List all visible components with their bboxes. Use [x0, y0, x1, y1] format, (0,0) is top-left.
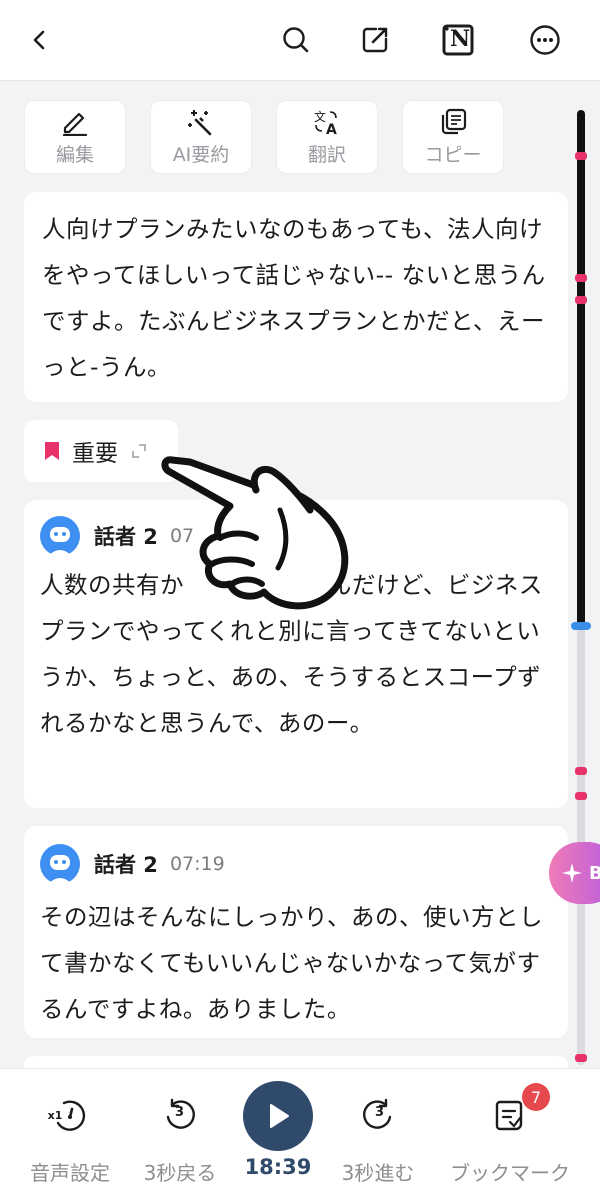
bookmark-marker[interactable] — [575, 274, 587, 282]
forward-label: 3秒進む — [341, 1161, 415, 1185]
transcript-segment[interactable]: 人向けプランみたいなのもあっても、法人向けをやってほしいって話じゃない-- ない… — [24, 192, 568, 402]
timestamp[interactable]: 07:19 — [170, 853, 225, 875]
edit-share-icon[interactable] — [355, 20, 395, 60]
ai-summary-button[interactable]: AI要約 — [150, 100, 252, 174]
bookmark-label: ブックマーク — [450, 1161, 570, 1185]
search-icon[interactable] — [276, 20, 316, 60]
segment-text: 人向けプランみたいなのもあっても、法人向けをやってほしいって話じゃない-- ない… — [42, 215, 546, 381]
bookmark-flag-icon — [45, 442, 59, 460]
speed-badge: x1 — [47, 1108, 63, 1122]
pointing-hand-icon — [161, 456, 349, 610]
translate-label: 翻訳 — [307, 143, 346, 166]
forward-icon: 3 — [360, 1095, 396, 1135]
tool-row: 編集 AI要約 文A 翻訳 コピー — [24, 100, 544, 176]
notion-letter: N — [450, 26, 471, 52]
back-arrow-icon[interactable] — [20, 20, 60, 60]
magic-wand-icon — [188, 109, 212, 135]
bookmark-button[interactable]: 7 ブックマーク — [440, 1069, 580, 1201]
translate-button[interactable]: 文A 翻訳 — [276, 100, 378, 174]
avatar — [40, 516, 80, 556]
rewind-3s-button[interactable]: 3 3秒戻る — [130, 1069, 230, 1201]
rewind-icon: 3 — [162, 1095, 198, 1135]
scroll-progress — [577, 110, 585, 626]
rewind-label: 3秒戻る — [143, 1161, 217, 1185]
edit-label: 編集 — [55, 143, 94, 166]
player-bar: x1 音声設定 3 3秒戻る 18:39 3 3秒進む 7 ブックマーク — [0, 1068, 600, 1201]
speaker-name: 話者 2 — [94, 525, 158, 549]
speaker-row: 話者 2 07:19 — [40, 842, 550, 886]
edit-button[interactable]: 編集 — [24, 100, 126, 174]
copy-button[interactable]: コピー — [402, 100, 504, 174]
forward-seconds: 3 — [375, 1105, 385, 1120]
ai-assistant-label: B — [589, 862, 600, 884]
audio-settings-label: 音声設定 — [30, 1161, 110, 1185]
entry-text: その辺はそんなにしっかり、あの、使い方として書かなくてもいいんじゃないかなって気… — [40, 903, 544, 1023]
sparkle-icon — [562, 863, 582, 883]
forward-3s-button[interactable]: 3 3秒進む — [328, 1069, 428, 1201]
playback-time: 18:39 — [244, 1155, 312, 1179]
bookmark-marker[interactable] — [575, 792, 587, 800]
rewind-seconds: 3 — [175, 1105, 185, 1120]
copy-icon — [441, 108, 467, 134]
pencil-icon — [62, 112, 88, 136]
important-tag[interactable]: 重要 — [24, 420, 178, 482]
speaker-name: 話者 2 — [94, 853, 158, 877]
important-label: 重要 — [72, 441, 118, 467]
play-button[interactable]: 18:39 — [238, 1069, 318, 1201]
bookmark-marker[interactable] — [575, 1054, 587, 1062]
copy-label: コピー — [424, 143, 482, 166]
bookmark-marker[interactable] — [575, 296, 587, 304]
play-circle[interactable] — [243, 1081, 313, 1151]
svg-text:文: 文 — [314, 109, 326, 124]
bookmark-list-icon: 7 — [494, 1083, 550, 1135]
more-icon[interactable] — [525, 20, 565, 60]
top-bar: N — [0, 0, 600, 81]
notion-icon[interactable]: N — [438, 20, 478, 60]
bookmark-marker[interactable] — [575, 152, 587, 160]
expand-icon[interactable] — [130, 442, 148, 460]
bookmark-marker[interactable] — [575, 767, 587, 775]
transcript-entry[interactable]: 話者 2 07:19 その辺はそんなにしっかり、あの、使い方として書かなくてもい… — [24, 826, 568, 1038]
play-icon — [270, 1104, 289, 1128]
bookmark-count-badge: 7 — [522, 1083, 550, 1111]
ai-summary-label: AI要約 — [172, 143, 230, 166]
scrollbar[interactable] — [571, 110, 591, 1065]
avatar — [40, 844, 80, 884]
svg-text:A: A — [326, 122, 337, 136]
speed-gauge-icon: x1 — [47, 1095, 90, 1135]
playhead-marker[interactable] — [571, 622, 591, 630]
translate-icon: 文A — [314, 109, 337, 136]
audio-settings-button[interactable]: x1 音声設定 — [20, 1069, 120, 1201]
